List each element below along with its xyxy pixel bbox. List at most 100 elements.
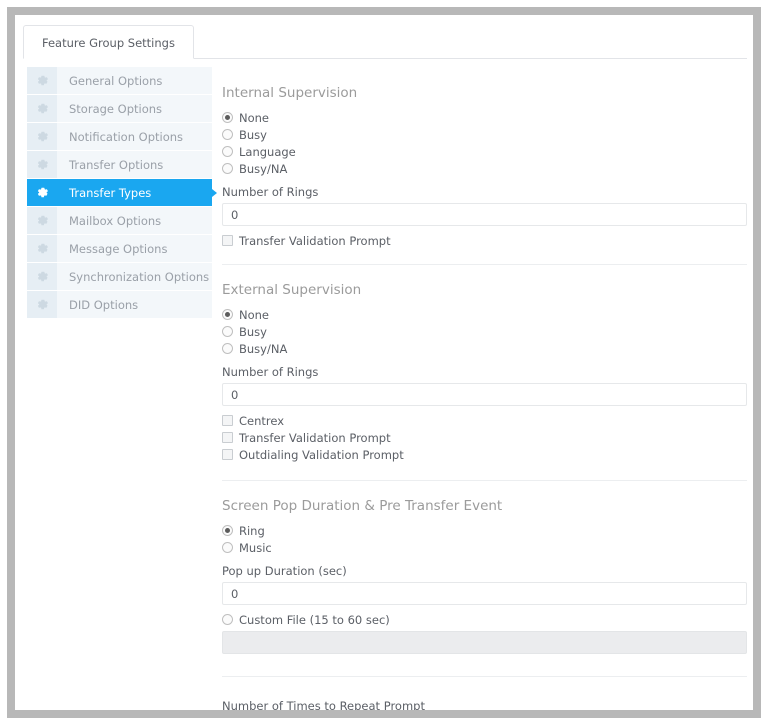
internal-supervision-label: Busy	[239, 127, 267, 142]
custom-file-label: Custom File (15 to 60 sec)	[239, 612, 390, 627]
settings-content: Internal Supervision None Busy Language Bus…	[222, 67, 747, 710]
internal-supervision-checkbox[interactable]	[222, 235, 233, 246]
external-supervision-checkbox[interactable]	[222, 449, 233, 460]
internal-supervision-radio[interactable]	[222, 129, 233, 140]
tab-feature-group-settings[interactable]: Feature Group Settings	[23, 25, 194, 59]
gear-icon	[27, 207, 57, 234]
section-title-internal: Internal Supervision	[222, 85, 358, 101]
internal-supervision-radio[interactable]	[222, 163, 233, 174]
gear-icon	[27, 235, 57, 262]
external-supervision-radio[interactable]	[222, 326, 233, 337]
internal-checkbox-group: Transfer Validation Prompt	[222, 233, 747, 248]
external-supervision-label: Outdialing Validation Prompt	[239, 447, 404, 462]
screenpop-radio-group: Ring Music	[222, 523, 747, 555]
external-supervision-label: Transfer Validation Prompt	[239, 430, 391, 445]
section-internal-supervision: Internal Supervision None Busy Language Bus…	[222, 85, 747, 248]
section-repeat-prompt: Number of Times to Repeat Prompt	[222, 699, 747, 710]
divider-1	[222, 264, 747, 265]
section-title-external: External Supervision	[222, 282, 362, 298]
external-supervision-checkbox[interactable]	[222, 432, 233, 443]
external-supervision-radio[interactable]	[222, 343, 233, 354]
screen-pop-label: Music	[239, 540, 272, 555]
sidebar-item-label: Message Options	[69, 241, 168, 256]
external-checkbox-group: Centrex Transfer Validation Prompt Outdial…	[222, 413, 747, 462]
custom-file-radio[interactable]	[222, 614, 233, 625]
screen-pop-option[interactable]: Music	[222, 540, 747, 555]
external-supervision-option[interactable]: Busy	[222, 324, 747, 339]
sidebar-item-label: Transfer Types	[69, 185, 152, 200]
section-external-supervision: External Supervision None Busy Busy/NA Num…	[222, 282, 747, 462]
sidebar-item-label: Synchronization Options	[69, 269, 210, 284]
repeat-prompt-label: Number of Times to Repeat Prompt	[222, 699, 425, 710]
sidebar-item-transfer-types[interactable]: Transfer Types	[27, 179, 217, 207]
sidebar-item-general-options[interactable]: General Options	[27, 67, 212, 95]
external-supervision-label: Centrex	[239, 413, 285, 428]
external-supervision-label: None	[239, 307, 270, 322]
sidebar-item-label: Mailbox Options	[69, 213, 162, 228]
divider-2	[222, 480, 747, 481]
screen-pop-option[interactable]: Ring	[222, 523, 747, 538]
internal-supervision-option[interactable]: Language	[222, 144, 747, 159]
external-supervision-checkbox[interactable]	[222, 415, 233, 426]
internal-radio-group: None Busy Language Busy/NA	[222, 110, 747, 176]
window-frame: Feature Group Settings General Options St…	[7, 7, 761, 718]
popup-duration-label: Pop up Duration (sec)	[222, 564, 347, 578]
internal-rings-label: Number of Rings	[222, 185, 319, 199]
sidebar-item-label: Notification Options	[69, 129, 184, 144]
gear-icon	[27, 151, 57, 178]
sidebar-item-did-options[interactable]: DID Options	[27, 291, 212, 319]
external-radio-group: None Busy Busy/NA	[222, 307, 747, 356]
internal-rings-input[interactable]	[222, 203, 747, 226]
sidebar-item-label: DID Options	[69, 297, 139, 312]
internal-supervision-label: Busy/NA	[239, 161, 288, 176]
sidebar-item-notification-options[interactable]: Notification Options	[27, 123, 212, 151]
internal-supervision-option[interactable]: None	[222, 110, 747, 125]
screen-pop-radio[interactable]	[222, 525, 233, 536]
sidebar-item-label: Storage Options	[69, 101, 163, 116]
external-rings-input[interactable]	[222, 383, 747, 406]
internal-supervision-radio[interactable]	[222, 146, 233, 157]
external-supervision-option[interactable]: Outdialing Validation Prompt	[222, 447, 747, 462]
external-supervision-label: Busy/NA	[239, 341, 288, 356]
gear-icon	[27, 67, 57, 94]
gear-icon	[27, 179, 57, 206]
internal-supervision-label: None	[239, 110, 270, 125]
sidebar-item-message-options[interactable]: Message Options	[27, 235, 212, 263]
external-supervision-label: Busy	[239, 324, 267, 339]
gear-icon	[27, 291, 57, 318]
custom-file-input[interactable]	[222, 631, 747, 654]
internal-supervision-label: Language	[239, 144, 296, 159]
sidebar-item-storage-options[interactable]: Storage Options	[27, 95, 212, 123]
internal-supervision-option[interactable]: Busy	[222, 127, 747, 142]
divider-3	[222, 676, 747, 677]
external-supervision-option[interactable]: None	[222, 307, 747, 322]
screen-pop-label: Ring	[239, 523, 265, 538]
internal-supervision-label: Transfer Validation Prompt	[239, 233, 391, 248]
tab-label: Feature Group Settings	[42, 36, 175, 50]
external-supervision-option[interactable]: Busy/NA	[222, 341, 747, 356]
gear-icon	[27, 95, 57, 122]
custom-file-option[interactable]: Custom File (15 to 60 sec)	[222, 612, 747, 627]
active-indicator-arrow-icon	[212, 188, 217, 197]
internal-supervision-option[interactable]: Busy/NA	[222, 161, 747, 176]
sidebar-item-synchronization-options[interactable]: Synchronization Options	[27, 263, 212, 291]
sidebar-nav: General Options Storage Options Notificati…	[27, 67, 217, 319]
external-supervision-option[interactable]: Centrex	[222, 413, 747, 428]
gear-icon	[27, 123, 57, 150]
internal-supervision-option[interactable]: Transfer Validation Prompt	[222, 233, 747, 248]
internal-supervision-radio[interactable]	[222, 112, 233, 123]
sidebar-item-label: General Options	[69, 73, 163, 88]
external-supervision-option[interactable]: Transfer Validation Prompt	[222, 430, 747, 445]
section-title-screen-pop: Screen Pop Duration & Pre Transfer Event	[222, 498, 503, 514]
popup-duration-input[interactable]	[222, 582, 747, 605]
external-supervision-radio[interactable]	[222, 309, 233, 320]
sidebar-item-transfer-options[interactable]: Transfer Options	[27, 151, 212, 179]
settings-page: Feature Group Settings General Options St…	[15, 15, 753, 710]
sidebar-item-label: Transfer Options	[69, 157, 164, 172]
section-screen-pop: Screen Pop Duration & Pre Transfer Event…	[222, 498, 747, 654]
external-rings-label: Number of Rings	[222, 365, 319, 379]
screen-pop-radio[interactable]	[222, 542, 233, 553]
gear-icon	[27, 263, 57, 290]
tab-strip: Feature Group Settings	[23, 25, 747, 59]
sidebar-item-mailbox-options[interactable]: Mailbox Options	[27, 207, 212, 235]
